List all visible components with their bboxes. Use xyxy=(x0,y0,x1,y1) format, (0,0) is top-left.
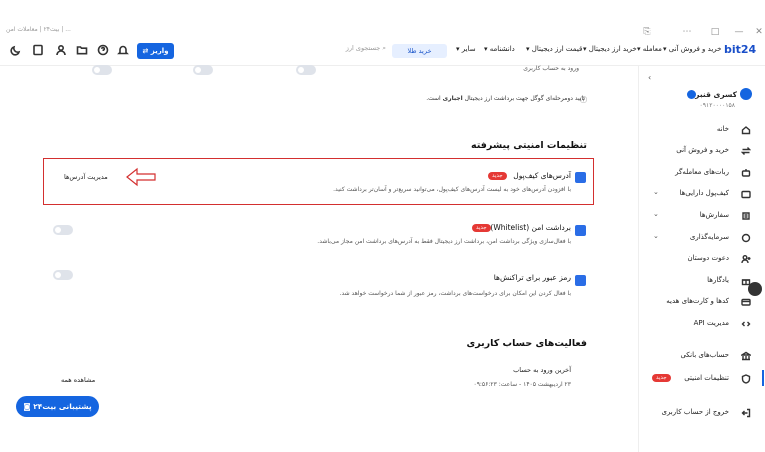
tab-title[interactable]: بیت۲۴ | معاملات امن | ... xyxy=(6,26,71,33)
maximize-icon[interactable]: □ xyxy=(708,25,722,39)
avatar[interactable] xyxy=(740,88,752,100)
wallet-address-icon xyxy=(575,172,586,183)
sidebar-item-security[interactable]: تنظیمات امنیتی xyxy=(684,374,729,382)
logout-icon xyxy=(741,408,751,418)
sidebar-item-api[interactable]: مدیریت API xyxy=(694,319,729,327)
nav-buy-crypto[interactable]: خرید ارز دیجیتال ▾ xyxy=(583,45,637,53)
wallet-icon xyxy=(741,189,751,199)
nav-trade[interactable]: معامله ▾ xyxy=(637,45,662,53)
more-icon[interactable]: ⋯ xyxy=(680,25,694,39)
nav-instant[interactable]: خرید و فروش آنی ▾ xyxy=(663,45,721,53)
close-icon[interactable]: ✕ xyxy=(752,25,765,39)
wallet-addresses-title: آدرس‌های کیف‌پول xyxy=(513,171,571,180)
nav-crypto-price[interactable]: قیمت ارز دیجیتال ▾ xyxy=(526,45,582,53)
toggle-switch[interactable] xyxy=(193,65,213,75)
new-badge: جدید xyxy=(472,224,491,232)
help-icon[interactable] xyxy=(97,44,111,58)
nav-other[interactable]: سایر ▾ xyxy=(456,45,476,53)
sidebar-item-instant[interactable]: خرید و فروش آنی xyxy=(676,146,729,154)
tx-password-desc: با فعال کردن این امکان برای درخواست‌های … xyxy=(339,290,571,297)
manage-addresses-link[interactable]: مدیریت آدرس‌ها xyxy=(64,173,108,181)
wallet-addresses-desc: با افزودن آدرس‌های خود به لیست آدرس‌های … xyxy=(333,186,571,193)
info-icon: ⓘ xyxy=(580,96,587,104)
new-badge: جدید xyxy=(488,172,507,180)
search-input[interactable]: ⌕ جستجوی ارز xyxy=(334,44,386,58)
minimize-icon[interactable]: — xyxy=(732,25,746,39)
sidebar-item-home[interactable]: خانه xyxy=(717,125,729,133)
shield-icon xyxy=(741,374,751,384)
folder-icon[interactable] xyxy=(76,44,90,58)
login-row-text: ورود به حساب کاربری xyxy=(523,65,579,72)
bell-icon[interactable] xyxy=(117,44,131,58)
see-all-link[interactable]: مشاهده همه xyxy=(61,376,95,384)
floating-widget-icon[interactable] xyxy=(748,282,762,296)
nav-encyclopedia[interactable]: دانشنامه ▾ xyxy=(484,45,515,53)
sidebar-item-invite[interactable]: دعوت دوستان xyxy=(688,254,729,262)
invite-icon xyxy=(741,254,751,264)
deposit-button[interactable]: واریز ⇄ xyxy=(137,43,174,59)
advanced-security-title: تنظیمات امنیتی پیشرفته xyxy=(471,140,587,151)
device-icon[interactable] xyxy=(32,44,46,58)
code-icon xyxy=(741,319,751,329)
swap-icon xyxy=(740,146,752,156)
chevron-down-icon[interactable]: ⌄ xyxy=(653,232,659,240)
verified-icon xyxy=(687,90,696,99)
whitelist-title: برداشت امن (Whitelist) xyxy=(490,223,571,232)
sidebar-item-bank[interactable]: حساب‌های بانکی xyxy=(680,351,729,359)
sidebar-item-rewards[interactable]: یادگارها xyxy=(707,276,729,284)
twofa-note: تایید دومرحله‌ای گوگل جهت برداشت ارز دیج… xyxy=(426,95,585,102)
investment-icon xyxy=(741,233,751,243)
whitelist-icon xyxy=(575,225,586,236)
sidebar-item-gift-cards[interactable]: کدها و کارت‌های هدیه xyxy=(666,297,729,305)
whitelist-desc: با فعال‌سازی ویژگی برداشت امن، برداشت ار… xyxy=(317,238,571,245)
support-button[interactable]: پشتیبانی بیت۲۴ ◙ xyxy=(16,396,99,417)
new-badge: جدید xyxy=(652,374,671,382)
toggle-switch[interactable] xyxy=(92,65,112,75)
orders-icon xyxy=(741,211,751,221)
last-login-label: آخرین ورود به حساب xyxy=(513,366,571,374)
sidebar-item-orders[interactable]: سفارش‌ها xyxy=(700,211,729,219)
sidebar-item-wallet[interactable]: کیف‌پول دارایی‌ها xyxy=(679,189,729,197)
buy-gold-button[interactable]: خرید طلا xyxy=(392,44,447,58)
home-icon xyxy=(741,125,751,135)
theme-moon-icon[interactable] xyxy=(10,44,24,58)
toggle-switch[interactable] xyxy=(296,65,316,75)
card-icon xyxy=(741,297,751,307)
whitelist-toggle[interactable] xyxy=(53,225,73,235)
extension-icon[interactable]: ⎘ xyxy=(640,25,654,39)
account-activity-title: فعالیت‌های حساب کاربری xyxy=(466,338,588,349)
search-icon: ⌕ xyxy=(382,44,386,52)
chevron-down-icon[interactable]: ⌄ xyxy=(653,210,659,218)
active-indicator xyxy=(762,370,764,386)
collapse-chevron-icon[interactable]: ‹ xyxy=(648,73,651,82)
tx-password-title: رمز عبور برای تراکنش‌ها xyxy=(493,273,571,282)
chevron-down-icon[interactable]: ⌄ xyxy=(653,188,659,196)
headset-icon: ◙ xyxy=(23,402,31,411)
bit24-logo[interactable]: bit24 xyxy=(724,43,756,59)
robot-icon xyxy=(741,168,751,178)
user-icon[interactable] xyxy=(55,44,69,58)
tx-password-toggle[interactable] xyxy=(53,270,73,280)
user-id: ۰۹۱۲۰۰۰۰۱۵۸ xyxy=(699,102,735,109)
last-login-value: ۲۳ اردیبهشت ۱۴۰۵ - ساعت: ۰۹:۵۶:۲۳ xyxy=(473,381,571,388)
tx-password-icon xyxy=(575,275,586,286)
sidebar-item-investment[interactable]: سرمایه‌گذاری xyxy=(690,233,729,241)
sidebar-item-bots[interactable]: ربات‌های معامله‌گر xyxy=(675,168,729,176)
arrow-annotation-icon xyxy=(125,167,157,189)
sidebar-item-logout[interactable]: خروج از حساب کاربری xyxy=(661,408,729,416)
bank-icon xyxy=(739,351,753,361)
